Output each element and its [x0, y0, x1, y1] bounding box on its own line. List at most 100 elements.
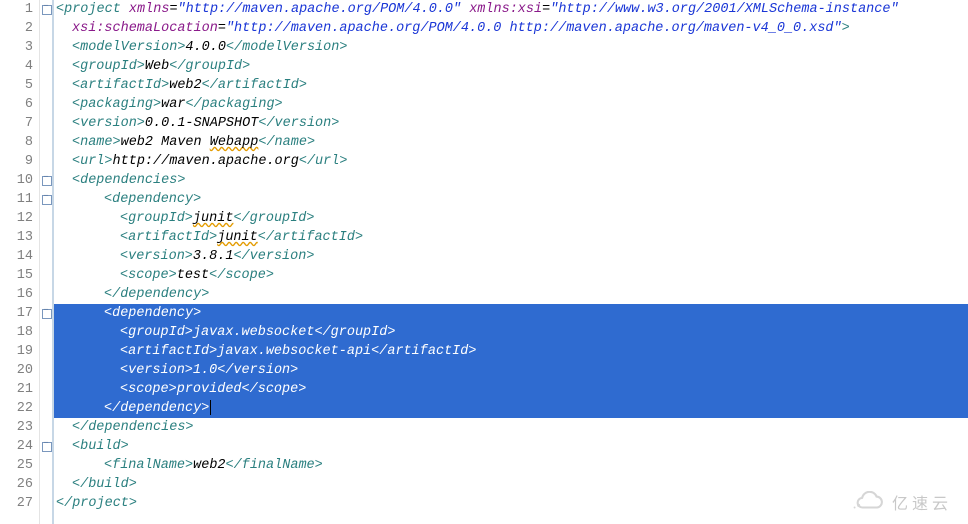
code-line[interactable]: <version>0.0.1-SNAPSHOT</version> [54, 114, 968, 133]
line-number: 2 [0, 19, 33, 38]
token-txt: provided [177, 382, 242, 397]
line-number: 8 [0, 133, 33, 152]
code-line[interactable]: <groupId>junit</groupId> [54, 209, 968, 228]
token-tag: </packaging> [185, 97, 282, 112]
token-tag: <build> [72, 439, 129, 454]
token-txt: Web [145, 59, 169, 74]
line-number: 15 [0, 266, 33, 285]
line-number: 22 [0, 399, 33, 418]
fold-toggle [40, 475, 52, 494]
code-line[interactable]: </build> [54, 475, 968, 494]
token-tag: </groupId> [169, 59, 250, 74]
token-txt: junit [217, 230, 258, 245]
code-area[interactable]: <project xmlns="http://maven.apache.org/… [54, 0, 968, 524]
token-txt: = [218, 21, 226, 36]
fold-toggle [40, 361, 52, 380]
code-line[interactable]: <groupId>Web</groupId> [54, 57, 968, 76]
fold-toggle [40, 266, 52, 285]
token-txt: web2 Maven [121, 135, 210, 150]
token-tag: <artifactId> [72, 78, 169, 93]
fold-toggle [40, 399, 52, 418]
token-tag: </artifactId> [371, 344, 476, 359]
code-line[interactable]: <dependency> [54, 304, 968, 323]
code-line[interactable]: </dependency> [54, 399, 968, 418]
code-line[interactable]: <scope>provided</scope> [54, 380, 968, 399]
fold-column[interactable] [40, 0, 54, 524]
code-editor[interactable]: 1234567891011121314151617181920212223242… [0, 0, 968, 524]
token-txt [121, 2, 129, 17]
line-number: 21 [0, 380, 33, 399]
code-line[interactable]: <version>3.8.1</version> [54, 247, 968, 266]
code-line[interactable]: <dependency> [54, 190, 968, 209]
line-number: 9 [0, 152, 33, 171]
code-line[interactable]: </dependencies> [54, 418, 968, 437]
fold-toggle [40, 285, 52, 304]
code-line[interactable]: <finalName>web2</finalName> [54, 456, 968, 475]
token-tag: </dependency> [104, 401, 209, 416]
code-line[interactable]: <project xmlns="http://maven.apache.org/… [54, 0, 968, 19]
line-number: 20 [0, 361, 33, 380]
watermark-text: 亿速云 [892, 490, 952, 514]
line-number: 16 [0, 285, 33, 304]
line-number: 23 [0, 418, 33, 437]
token-tag: </finalName> [226, 458, 323, 473]
token-txt: http://maven.apache.org [113, 154, 299, 169]
fold-toggle[interactable] [40, 190, 52, 209]
token-txt: javax.websocket-api [217, 344, 371, 359]
code-line[interactable]: <scope>test</scope> [54, 266, 968, 285]
token-str: "http://www.w3.org/2001/XMLSchema-instan… [550, 2, 898, 17]
token-txt: web2 [193, 458, 225, 473]
code-line[interactable]: xsi:schemaLocation="http://maven.apache.… [54, 19, 968, 38]
token-tag: <scope> [120, 268, 177, 283]
code-line[interactable]: <packaging>war</packaging> [54, 95, 968, 114]
token-tag: <name> [72, 135, 121, 150]
token-tag: <finalName> [104, 458, 193, 473]
code-line[interactable]: <build> [54, 437, 968, 456]
token-tag: <groupId> [120, 325, 193, 340]
line-number: 17 [0, 304, 33, 323]
line-number: 3 [0, 38, 33, 57]
token-tag: <project [56, 2, 121, 17]
fold-toggle[interactable] [40, 171, 52, 190]
token-tag: <version> [120, 249, 193, 264]
fold-toggle[interactable] [40, 0, 52, 19]
fold-toggle [40, 209, 52, 228]
token-tag: <dependency> [104, 306, 201, 321]
token-tag: <groupId> [72, 59, 145, 74]
token-tag: <version> [120, 363, 193, 378]
code-line[interactable]: <url>http://maven.apache.org</url> [54, 152, 968, 171]
code-line[interactable]: <dependencies> [54, 171, 968, 190]
code-line[interactable]: <artifactId>javax.websocket-api</artifac… [54, 342, 968, 361]
fold-toggle [40, 19, 52, 38]
fold-toggle[interactable] [40, 304, 52, 323]
token-tag: </artifactId> [202, 78, 307, 93]
code-line[interactable]: <groupId>javax.websocket</groupId> [54, 323, 968, 342]
line-number-gutter: 1234567891011121314151617181920212223242… [0, 0, 40, 524]
fold-toggle[interactable] [40, 437, 52, 456]
token-tag: </name> [258, 135, 315, 150]
fold-toggle [40, 228, 52, 247]
token-attr: xmlns [129, 2, 170, 17]
line-number: 24 [0, 437, 33, 456]
code-line[interactable]: <modelVersion>4.0.0</modelVersion> [54, 38, 968, 57]
token-tag: <dependency> [104, 192, 201, 207]
watermark: 亿速云 [852, 490, 952, 514]
token-txt: 4.0.0 [185, 40, 226, 55]
token-tag: </version> [217, 363, 298, 378]
line-number: 10 [0, 171, 33, 190]
code-line[interactable]: <name>web2 Maven Webapp</name> [54, 133, 968, 152]
code-line[interactable]: <version>1.0</version> [54, 361, 968, 380]
token-tag: </version> [258, 116, 339, 131]
token-tag: </project> [56, 496, 137, 511]
token-tag: <url> [72, 154, 113, 169]
line-number: 27 [0, 494, 33, 513]
token-txt: web2 [169, 78, 201, 93]
fold-toggle [40, 247, 52, 266]
token-txt: war [161, 97, 185, 112]
token-attr: xmlns:xsi [469, 2, 542, 17]
code-line[interactable]: <artifactId>junit</artifactId> [54, 228, 968, 247]
code-line[interactable]: </project> [54, 494, 968, 513]
fold-toggle [40, 95, 52, 114]
code-line[interactable]: <artifactId>web2</artifactId> [54, 76, 968, 95]
code-line[interactable]: </dependency> [54, 285, 968, 304]
